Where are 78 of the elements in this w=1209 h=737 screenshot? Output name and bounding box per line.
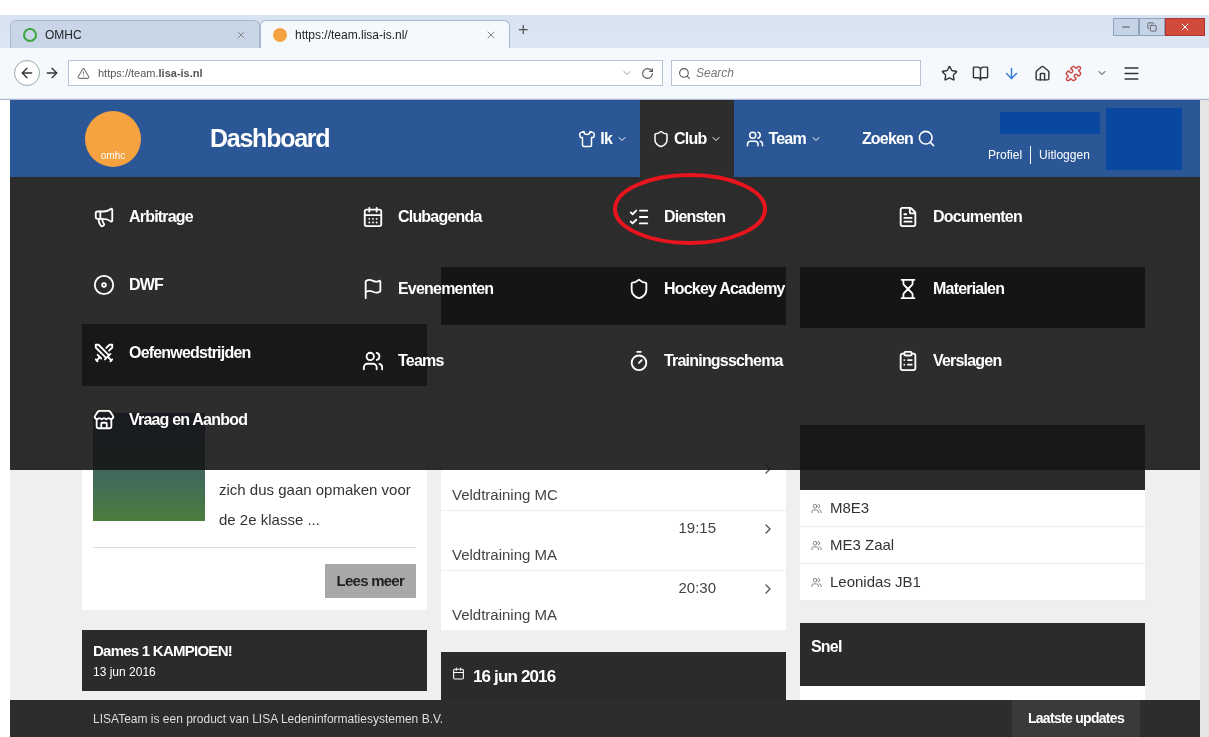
menu-item[interactable]: DWF (93, 266, 164, 303)
activity-row[interactable]: 19:15 Veldtraining MA (441, 510, 786, 570)
puzzle-icon[interactable] (1065, 64, 1082, 82)
star-icon[interactable] (941, 64, 958, 82)
forward-icon[interactable] (44, 65, 60, 81)
shield-icon (628, 278, 650, 300)
crossed-sticks-icon (93, 341, 115, 364)
menu-item[interactable]: Verslagen (897, 343, 1002, 379)
page-title: Dashboard (210, 122, 330, 154)
activity-title: Veldtraining MA (452, 544, 558, 565)
menu-item[interactable]: Documenten (897, 199, 1022, 235)
new-tab-button[interactable]: + (518, 17, 529, 44)
menu-item[interactable]: Materialen (897, 271, 1005, 307)
logo: omhc (85, 110, 141, 167)
news-text: zich dus gaan opmaken voor de 2e klasse ... (219, 480, 412, 530)
user-link[interactable]: Uitloggen (1030, 146, 1090, 164)
menu-item[interactable]: Arbitrage (93, 199, 193, 235)
news-item-card[interactable]: Dames 1 KAMPIOEN! 13 jun 2016 (82, 630, 427, 691)
store-icon (93, 409, 115, 432)
clipboard-icon (897, 350, 919, 372)
site-icon (273, 27, 287, 42)
team-row[interactable]: M8E3 (800, 490, 1145, 527)
menu-item[interactable]: Trainingsschema (628, 343, 783, 379)
footer-text: LISATeam is een product van LISA Ledeninformatiesystemen B.V. (93, 710, 445, 728)
scrollbar[interactable] (1200, 100, 1209, 737)
day-title: 16 jun 2016 (473, 666, 556, 688)
menu-item[interactable]: Diensten (628, 199, 726, 235)
menu-item[interactable]: Evenementen (362, 271, 494, 307)
team-row[interactable]: Leonidas JB1 (800, 564, 1145, 601)
timer-icon (628, 350, 650, 372)
disc-icon (93, 273, 115, 296)
activity-title: Veldtraining MC (452, 484, 558, 505)
tab-title: OMHC (45, 26, 83, 44)
browser-tab[interactable]: OMHC (10, 20, 260, 48)
home-icon[interactable] (1034, 64, 1051, 82)
flag-icon (362, 278, 384, 300)
people-icon (811, 576, 822, 588)
megaphone-icon (93, 206, 115, 228)
nav-item[interactable]: Zoeken (849, 100, 949, 177)
close-icon[interactable] (1165, 18, 1205, 36)
team-row[interactable]: ME3 Zaal (800, 527, 1145, 564)
activity-title: Veldtraining MA (452, 604, 558, 625)
menu-item[interactable]: Teams (362, 343, 444, 379)
menu-item[interactable]: Vraag en Aanbod (93, 402, 248, 439)
news-title: Dames 1 KAMPIOEN! (93, 641, 233, 661)
nav-item[interactable]: Club (640, 100, 735, 177)
activity-time: 19:15 (678, 518, 716, 538)
people-icon (811, 502, 822, 514)
search-field[interactable]: Search (671, 60, 921, 86)
reading-list-icon[interactable] (972, 64, 989, 82)
address-field[interactable]: https://team.lisa-is.nl (68, 60, 663, 86)
search-icon (678, 67, 691, 80)
loading-ring-icon (23, 27, 37, 42)
reload-icon[interactable] (641, 66, 654, 80)
calendar-icon (452, 667, 465, 680)
updates-button[interactable]: Laatste updates (1011, 700, 1140, 737)
user-link[interactable]: Profiel (988, 146, 1023, 164)
warning-icon (77, 66, 90, 80)
activity-time: 20:30 (678, 578, 716, 598)
read-more-button[interactable]: Lees meer (324, 564, 416, 598)
shirt-icon (578, 129, 597, 148)
news-date: 13 jun 2016 (93, 663, 157, 681)
people-icon (362, 350, 384, 372)
panel-title: Snel (811, 638, 842, 655)
activity-row[interactable]: 20:30 Veldtraining MA (441, 570, 786, 630)
search-icon (917, 129, 937, 148)
people-icon (811, 539, 822, 551)
calendar-icon (362, 206, 384, 228)
browser-tab[interactable]: https://team.lisa-is.nl/ (260, 20, 510, 48)
people-icon (746, 129, 765, 148)
restore-icon[interactable] (1139, 18, 1165, 36)
nav-item[interactable]: Ik (566, 100, 641, 177)
shield-icon (652, 129, 671, 148)
nav-item[interactable]: Team (734, 100, 834, 177)
document-icon (897, 206, 919, 228)
tab-title: https://team.lisa-is.nl/ (295, 26, 409, 44)
menu-item[interactable]: Clubagenda (362, 199, 482, 235)
back-icon[interactable] (14, 60, 40, 86)
